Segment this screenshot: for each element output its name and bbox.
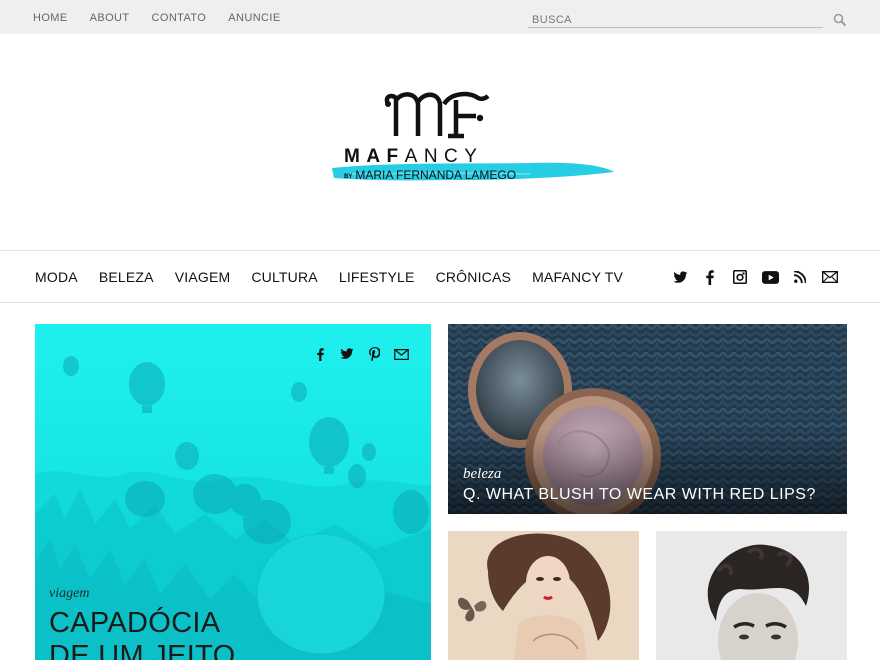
twitter-icon[interactable] [671, 268, 689, 286]
portrait-post-card[interactable] [656, 531, 847, 660]
youtube-icon[interactable] [761, 268, 779, 286]
site-logo[interactable]: MAFANCY BY MARIA FERNANDA LAMEGO [330, 90, 620, 190]
nav-lifestyle[interactable]: LIFESTYLE [339, 269, 415, 285]
post-title-line-2: DE UM JEITO [49, 640, 236, 660]
top-nav-home[interactable]: HOME [33, 12, 68, 24]
nav-cultura[interactable]: CULTURA [251, 269, 317, 285]
main-nav: MODA BELEZA VIAGEM CULTURA LIFESTYLE CRÔ… [0, 250, 880, 303]
search-box [528, 10, 823, 28]
rss-icon[interactable] [791, 268, 809, 286]
top-nav-anuncie[interactable]: ANUNCIE [228, 12, 280, 24]
byline-name: MARIA FERNANDA LAMEGO [355, 168, 517, 182]
nav-cronicas[interactable]: CRÔNICAS [436, 269, 512, 285]
post-title[interactable]: Q. WHAT BLUSH TO WEAR WITH RED LIPS? [463, 486, 816, 504]
logo-byline: BY MARIA FERNANDA LAMEGO [344, 168, 516, 182]
post-title-line-1: CAPADÓCIA [49, 607, 221, 639]
pinterest-icon[interactable] [366, 346, 382, 362]
illustration-image [448, 531, 639, 660]
instagram-icon[interactable] [731, 268, 749, 286]
search-icon[interactable] [833, 13, 847, 27]
twitter-icon[interactable] [339, 346, 355, 362]
nav-moda[interactable]: MODA [35, 269, 78, 285]
byline-prefix: BY [344, 174, 353, 180]
nav-beleza[interactable]: BELEZA [99, 269, 154, 285]
facebook-icon[interactable] [312, 346, 328, 362]
category-nav: MODA BELEZA VIAGEM CULTURA LIFESTYLE CRÔ… [35, 269, 644, 285]
top-nav-about[interactable]: ABOUT [90, 12, 130, 24]
top-bar: HOME ABOUT CONTATO ANUNCIE [0, 0, 880, 34]
mail-icon[interactable] [393, 346, 409, 362]
post-category[interactable]: beleza [463, 466, 501, 483]
social-links [671, 268, 839, 286]
blush-post-card[interactable]: beleza Q. WHAT BLUSH TO WEAR WITH RED LI… [448, 324, 847, 514]
top-nav: HOME ABOUT CONTATO ANUNCIE [33, 12, 303, 24]
featured-post-card[interactable]: viagem CAPADÓCIA DE UM JEITO [35, 324, 431, 660]
wordmark-light: ANCY [404, 146, 484, 167]
post-category[interactable]: viagem [49, 586, 89, 602]
nav-mafancy-tv[interactable]: MAFANCY TV [532, 269, 623, 285]
top-nav-contato[interactable]: CONTATO [152, 12, 207, 24]
share-bar [312, 346, 420, 362]
wordmark-bold: MAF [344, 146, 405, 167]
post-title[interactable]: CAPADÓCIA DE UM JEITO [49, 607, 409, 660]
facebook-icon[interactable] [701, 268, 719, 286]
portrait-image [656, 531, 847, 660]
illustration-post-card[interactable] [448, 531, 639, 660]
mail-icon[interactable] [821, 268, 839, 286]
search-input[interactable] [528, 12, 823, 28]
logo-wordmark: MAFANCY [344, 146, 483, 168]
nav-viagem[interactable]: VIAGEM [175, 269, 231, 285]
